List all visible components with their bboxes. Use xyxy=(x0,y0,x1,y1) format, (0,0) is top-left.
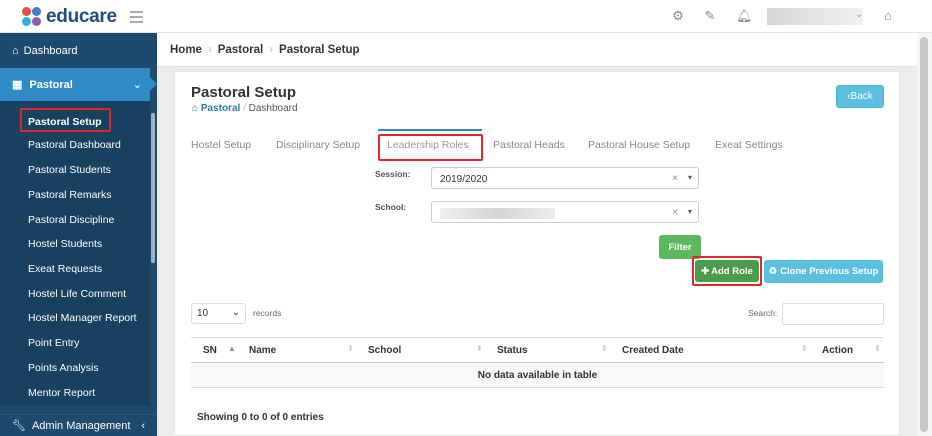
highlight-box xyxy=(20,108,111,132)
sidebar-item-pastoral[interactable]: ▦ Pastoral ⌄ xyxy=(0,68,150,101)
sort-icon: ⬍ xyxy=(601,344,608,353)
clear-icon[interactable]: × xyxy=(672,173,678,184)
chevron-down-icon: ⌄ xyxy=(231,307,240,318)
subtitle-current: Dashboard xyxy=(248,103,298,114)
chevron-down-icon[interactable]: ⌄ xyxy=(855,9,863,20)
sidebar-item-hostel-life-comment[interactable]: Hostel Life Comment xyxy=(28,287,126,301)
school-select[interactable]: × ▾ xyxy=(431,201,699,223)
tab-exeat-settings[interactable]: Exeat Settings xyxy=(715,139,783,151)
sidebar-scrollbar[interactable] xyxy=(151,113,155,263)
clone-label: Clone Previous Setup xyxy=(780,266,879,277)
sort-icon: ⬍ xyxy=(874,344,881,353)
clear-icon[interactable]: × xyxy=(672,207,678,218)
breadcrumb-home[interactable]: Home xyxy=(170,44,202,56)
sidebar-item-label: Admin Management xyxy=(31,419,131,432)
sidebar-item-hostel-students[interactable]: Hostel Students xyxy=(28,237,102,251)
tab-hostel-setup[interactable]: Hostel Setup xyxy=(191,139,251,151)
sidebar-item-pastoral-remarks[interactable]: Pastoral Remarks xyxy=(28,188,111,202)
page-scrollbar[interactable] xyxy=(917,33,932,436)
session-value: 2019/2020 xyxy=(440,174,488,185)
tab-disciplinary-setup[interactable]: Disciplinary Setup xyxy=(276,139,360,151)
school-label: School: xyxy=(375,202,407,212)
top-bar: educare ⚙ ✎ 🔔︎ ⌄ ⌂ xyxy=(0,0,932,33)
highlight-box xyxy=(692,256,762,286)
breadcrumb-separator: › xyxy=(207,43,212,56)
bell-icon[interactable]: 🔔︎ xyxy=(736,9,753,23)
tab-bar: Hostel Setup Disciplinary Setup Leadersh… xyxy=(175,126,901,158)
wrench-icon: 🔧︎ xyxy=(12,420,26,432)
sidebar-item-exeat-requests[interactable]: Exeat Requests xyxy=(28,262,102,276)
search-input[interactable] xyxy=(782,303,884,325)
brand-name: educare xyxy=(46,6,117,27)
chevron-left-icon: ‹ xyxy=(141,419,145,432)
sidebar-item-hostel-manager-report[interactable]: Hostel Manager Report xyxy=(28,311,137,325)
redacted-school-value xyxy=(440,208,555,219)
sidebar-item-point-entry[interactable]: Point Entry xyxy=(28,336,79,350)
breadcrumb: Home › Pastoral › Pastoral Setup xyxy=(157,33,917,67)
breadcrumb-pastoral[interactable]: Pastoral xyxy=(218,44,263,56)
col-sn[interactable]: SN xyxy=(203,345,217,356)
sidebar-item-pastoral-dashboard[interactable]: Pastoral Dashboard xyxy=(28,138,121,152)
grid-icon: ▦ xyxy=(12,79,23,91)
gear-icon[interactable]: ⚙ xyxy=(671,9,685,23)
edit-icon[interactable]: ✎ xyxy=(703,9,717,23)
sidebar-item-label: Dashboard xyxy=(23,44,78,57)
tab-pastoral-house-setup[interactable]: Pastoral House Setup xyxy=(588,139,690,151)
col-action[interactable]: Action xyxy=(822,345,853,356)
sidebar: ⌂ Dashboard ▦ Pastoral ⌄ Pastoral Setup Pas… xyxy=(0,33,157,436)
page-length-value: 10 xyxy=(197,308,209,319)
table-header: SN ▲ Name ⬍ School ⬍ Status ⬍ Created Date ⬍ … xyxy=(191,337,884,363)
menu-toggle-icon[interactable] xyxy=(130,11,143,26)
home-icon[interactable]: ⌂ xyxy=(881,9,895,23)
sort-icon: ⬍ xyxy=(476,344,483,353)
page-title: Pastoral Setup xyxy=(191,84,297,101)
sidebar-item-pastoral-discipline[interactable]: Pastoral Discipline xyxy=(28,213,114,227)
col-name[interactable]: Name xyxy=(249,345,276,356)
sort-icon: ⬍ xyxy=(801,344,808,353)
content-card: Pastoral Setup ⌂ Pastoral / Dashboard ‹ … xyxy=(174,71,900,436)
sort-icon: ⬍ xyxy=(347,344,354,353)
clone-previous-setup-button[interactable]: ♻ Clone Previous Setup xyxy=(764,260,883,283)
sidebar-item-label: Pastoral xyxy=(29,78,73,91)
table-info: Showing 0 to 0 of 0 entries xyxy=(197,412,324,423)
chevron-down-icon: ⌄ xyxy=(132,79,142,91)
page-subtitle: ⌂ Pastoral / Dashboard xyxy=(192,103,298,114)
table-empty-row: No data available in table xyxy=(191,363,884,388)
col-status[interactable]: Status xyxy=(497,345,528,356)
subtitle-parent-link[interactable]: Pastoral xyxy=(201,103,240,114)
brand-logo[interactable]: educare xyxy=(22,6,117,28)
recycle-icon: ♻ xyxy=(768,266,778,277)
active-tab-indicator xyxy=(378,129,482,131)
search-label: Search: xyxy=(748,308,778,318)
active-pointer xyxy=(150,77,157,91)
sidebar-item-points-analysis[interactable]: Points Analysis xyxy=(28,361,99,375)
home-icon: ⌂ xyxy=(192,103,201,114)
breadcrumb-separator: › xyxy=(269,43,274,56)
sidebar-item-dashboard[interactable]: ⌂ Dashboard xyxy=(0,33,157,68)
col-created-date[interactable]: Created Date xyxy=(622,345,684,356)
back-label: Back xyxy=(850,91,873,102)
session-select[interactable]: 2019/2020 × ▾ xyxy=(431,167,699,189)
records-label: records xyxy=(253,308,282,318)
sidebar-item-mentor-report[interactable]: Mentor Report xyxy=(28,386,95,400)
sidebar-item-admin-management[interactable]: 🔧︎ Admin Management ‹ xyxy=(0,414,157,436)
breadcrumb-current: Pastoral Setup xyxy=(279,43,360,56)
highlight-box xyxy=(378,134,483,161)
home-icon: ⌂ xyxy=(12,44,19,57)
logo-icon xyxy=(22,7,42,27)
user-menu[interactable] xyxy=(767,8,863,25)
back-button[interactable]: ‹ Back xyxy=(836,85,884,108)
session-label: Session: xyxy=(375,169,411,179)
caret-down-icon: ▾ xyxy=(687,207,692,216)
sidebar-item-pastoral-students[interactable]: Pastoral Students xyxy=(28,163,111,177)
tab-pastoral-heads[interactable]: Pastoral Heads xyxy=(493,139,565,151)
page-length-select[interactable]: ⌄ 10 xyxy=(191,303,246,324)
sidebar-submenu: Pastoral Setup Pastoral Dashboard Pastor… xyxy=(0,101,150,406)
sort-asc-icon: ▲ xyxy=(228,344,236,353)
caret-down-icon: ▾ xyxy=(687,173,692,182)
col-school[interactable]: School xyxy=(368,345,401,356)
